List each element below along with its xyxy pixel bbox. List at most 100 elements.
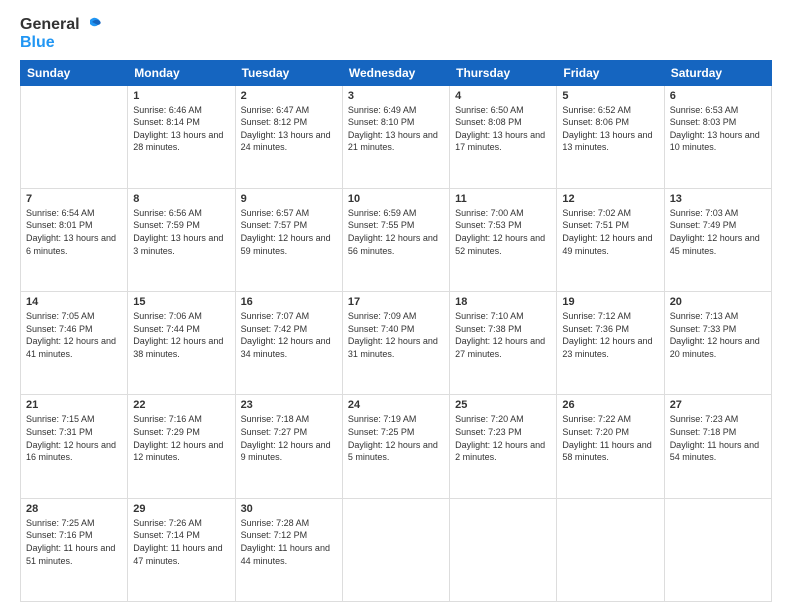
sunset-text: Sunset: 8:01 PM <box>26 220 93 230</box>
header-wednesday: Wednesday <box>342 60 449 85</box>
cell-2-5: 19 Sunrise: 7:12 AM Sunset: 7:36 PM Dayl… <box>557 292 664 395</box>
day-number: 12 <box>562 193 658 205</box>
day-info: Sunrise: 7:23 AM Sunset: 7:18 PM Dayligh… <box>670 413 766 463</box>
sunset-text: Sunset: 7:12 PM <box>241 530 308 540</box>
cell-3-2: 23 Sunrise: 7:18 AM Sunset: 7:27 PM Dayl… <box>235 395 342 498</box>
cell-1-4: 11 Sunrise: 7:00 AM Sunset: 7:53 PM Dayl… <box>450 188 557 291</box>
cell-4-1: 29 Sunrise: 7:26 AM Sunset: 7:14 PM Dayl… <box>128 498 235 601</box>
day-info: Sunrise: 6:50 AM Sunset: 8:08 PM Dayligh… <box>455 104 551 154</box>
sunrise-text: Sunrise: 7:00 AM <box>455 208 524 218</box>
cell-2-0: 14 Sunrise: 7:05 AM Sunset: 7:46 PM Dayl… <box>21 292 128 395</box>
daylight-text: Daylight: 12 hours and 52 minutes. <box>455 233 545 256</box>
sunrise-text: Sunrise: 7:22 AM <box>562 414 631 424</box>
cell-1-5: 12 Sunrise: 7:02 AM Sunset: 7:51 PM Dayl… <box>557 188 664 291</box>
day-info: Sunrise: 6:56 AM Sunset: 7:59 PM Dayligh… <box>133 207 229 257</box>
cell-1-1: 8 Sunrise: 6:56 AM Sunset: 7:59 PM Dayli… <box>128 188 235 291</box>
cell-2-1: 15 Sunrise: 7:06 AM Sunset: 7:44 PM Dayl… <box>128 292 235 395</box>
sunset-text: Sunset: 8:10 PM <box>348 117 415 127</box>
week-row-2: 14 Sunrise: 7:05 AM Sunset: 7:46 PM Dayl… <box>21 292 772 395</box>
daylight-text: Daylight: 13 hours and 6 minutes. <box>26 233 116 256</box>
sunset-text: Sunset: 7:25 PM <box>348 427 415 437</box>
day-number: 15 <box>133 296 229 308</box>
calendar-page: General Blue Sunday Monday Tuesday Wedne… <box>0 0 792 612</box>
day-info: Sunrise: 7:13 AM Sunset: 7:33 PM Dayligh… <box>670 310 766 360</box>
day-info: Sunrise: 6:46 AM Sunset: 8:14 PM Dayligh… <box>133 104 229 154</box>
sunrise-text: Sunrise: 7:15 AM <box>26 414 95 424</box>
day-number: 11 <box>455 193 551 205</box>
daylight-text: Daylight: 12 hours and 23 minutes. <box>562 336 652 359</box>
day-number: 2 <box>241 90 337 102</box>
sunset-text: Sunset: 7:42 PM <box>241 324 308 334</box>
daylight-text: Daylight: 11 hours and 44 minutes. <box>241 543 330 566</box>
sunrise-text: Sunrise: 6:54 AM <box>26 208 95 218</box>
cell-0-0 <box>21 85 128 188</box>
sunset-text: Sunset: 7:23 PM <box>455 427 522 437</box>
day-info: Sunrise: 6:57 AM Sunset: 7:57 PM Dayligh… <box>241 207 337 257</box>
sunset-text: Sunset: 7:44 PM <box>133 324 200 334</box>
daylight-text: Daylight: 12 hours and 5 minutes. <box>348 440 438 463</box>
sunrise-text: Sunrise: 6:59 AM <box>348 208 417 218</box>
sunset-text: Sunset: 7:31 PM <box>26 427 93 437</box>
week-row-3: 21 Sunrise: 7:15 AM Sunset: 7:31 PM Dayl… <box>21 395 772 498</box>
sunset-text: Sunset: 7:14 PM <box>133 530 200 540</box>
sunrise-text: Sunrise: 7:20 AM <box>455 414 524 424</box>
header-friday: Friday <box>557 60 664 85</box>
daylight-text: Daylight: 13 hours and 28 minutes. <box>133 130 223 153</box>
sunrise-text: Sunrise: 6:53 AM <box>670 105 739 115</box>
day-info: Sunrise: 7:19 AM Sunset: 7:25 PM Dayligh… <box>348 413 444 463</box>
cell-4-3 <box>342 498 449 601</box>
daylight-text: Daylight: 12 hours and 12 minutes. <box>133 440 223 463</box>
day-number: 30 <box>241 503 337 515</box>
daylight-text: Daylight: 12 hours and 45 minutes. <box>670 233 760 256</box>
daylight-text: Daylight: 13 hours and 24 minutes. <box>241 130 331 153</box>
day-number: 14 <box>26 296 122 308</box>
day-number: 27 <box>670 399 766 411</box>
header-tuesday: Tuesday <box>235 60 342 85</box>
sunset-text: Sunset: 8:08 PM <box>455 117 522 127</box>
daylight-text: Daylight: 12 hours and 31 minutes. <box>348 336 438 359</box>
daylight-text: Daylight: 12 hours and 16 minutes. <box>26 440 116 463</box>
day-number: 16 <box>241 296 337 308</box>
sunrise-text: Sunrise: 6:52 AM <box>562 105 631 115</box>
sunset-text: Sunset: 7:49 PM <box>670 220 737 230</box>
day-number: 9 <box>241 193 337 205</box>
sunset-text: Sunset: 7:29 PM <box>133 427 200 437</box>
sunrise-text: Sunrise: 7:23 AM <box>670 414 739 424</box>
daylight-text: Daylight: 11 hours and 58 minutes. <box>562 440 651 463</box>
header-saturday: Saturday <box>664 60 771 85</box>
sunrise-text: Sunrise: 7:25 AM <box>26 518 95 528</box>
sunrise-text: Sunrise: 7:28 AM <box>241 518 310 528</box>
sunset-text: Sunset: 8:12 PM <box>241 117 308 127</box>
cell-4-6 <box>664 498 771 601</box>
cell-4-4 <box>450 498 557 601</box>
day-info: Sunrise: 7:00 AM Sunset: 7:53 PM Dayligh… <box>455 207 551 257</box>
day-info: Sunrise: 7:20 AM Sunset: 7:23 PM Dayligh… <box>455 413 551 463</box>
logo: General Blue <box>20 16 102 52</box>
cell-0-4: 4 Sunrise: 6:50 AM Sunset: 8:08 PM Dayli… <box>450 85 557 188</box>
sunrise-text: Sunrise: 7:13 AM <box>670 311 739 321</box>
sunset-text: Sunset: 7:38 PM <box>455 324 522 334</box>
day-number: 5 <box>562 90 658 102</box>
day-number: 21 <box>26 399 122 411</box>
logo-general: General <box>20 16 80 34</box>
sunset-text: Sunset: 8:14 PM <box>133 117 200 127</box>
sunrise-text: Sunrise: 7:07 AM <box>241 311 310 321</box>
sunset-text: Sunset: 8:06 PM <box>562 117 629 127</box>
sunrise-text: Sunrise: 7:10 AM <box>455 311 524 321</box>
day-number: 28 <box>26 503 122 515</box>
daylight-text: Daylight: 12 hours and 34 minutes. <box>241 336 331 359</box>
sunset-text: Sunset: 7:46 PM <box>26 324 93 334</box>
day-number: 17 <box>348 296 444 308</box>
day-number: 7 <box>26 193 122 205</box>
sunrise-text: Sunrise: 7:19 AM <box>348 414 417 424</box>
daylight-text: Daylight: 12 hours and 20 minutes. <box>670 336 760 359</box>
day-number: 24 <box>348 399 444 411</box>
cell-1-3: 10 Sunrise: 6:59 AM Sunset: 7:55 PM Dayl… <box>342 188 449 291</box>
day-number: 8 <box>133 193 229 205</box>
sunset-text: Sunset: 7:20 PM <box>562 427 629 437</box>
sunrise-text: Sunrise: 6:47 AM <box>241 105 310 115</box>
week-row-0: 1 Sunrise: 6:46 AM Sunset: 8:14 PM Dayli… <box>21 85 772 188</box>
daylight-text: Daylight: 12 hours and 49 minutes. <box>562 233 652 256</box>
sunset-text: Sunset: 7:57 PM <box>241 220 308 230</box>
day-info: Sunrise: 7:22 AM Sunset: 7:20 PM Dayligh… <box>562 413 658 463</box>
